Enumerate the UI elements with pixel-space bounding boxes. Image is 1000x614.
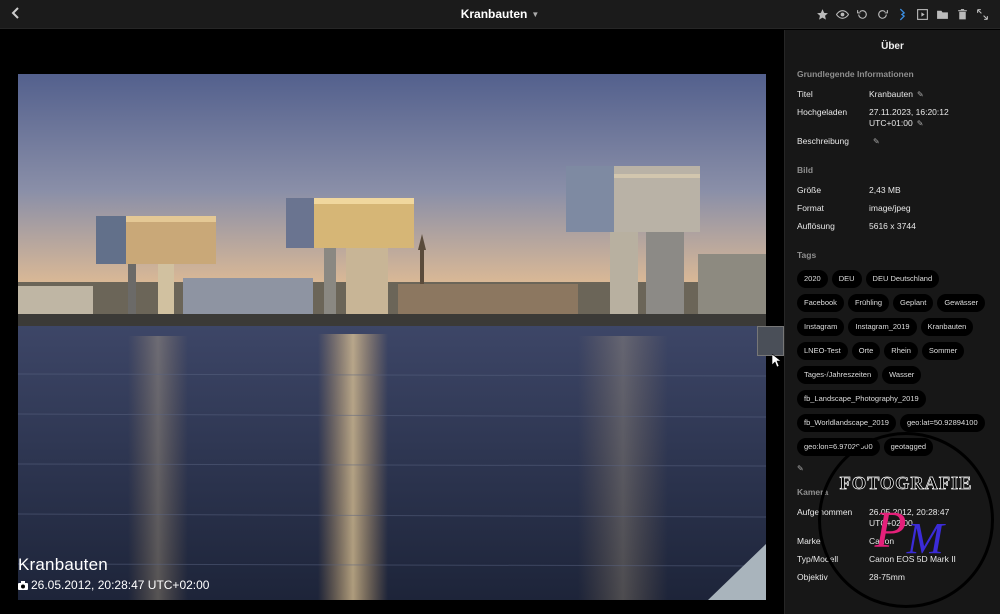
star-button[interactable] — [814, 6, 830, 22]
tag-item[interactable]: Gewässer — [937, 294, 986, 312]
rotate-right-button[interactable] — [874, 6, 890, 22]
toolbar — [814, 6, 990, 22]
title-row: Titel Kranbauten ✎ — [797, 89, 988, 100]
tag-item[interactable]: Sommer — [921, 342, 965, 360]
tag-list: 2020 DEU DEU Deutschland Facebook Frühli… — [797, 270, 988, 456]
size-label: Größe — [797, 185, 822, 195]
make-row: Marke Canon — [797, 536, 988, 547]
photo-date-text: 26.05.2012, 20:28:47 UTC+02:00 — [31, 578, 210, 592]
model-row: Typ/Modell Canon EOS 5D Mark II — [797, 554, 988, 565]
main-photo[interactable] — [18, 74, 766, 600]
tag-item[interactable]: Geplant — [893, 294, 934, 312]
format-value: image/jpeg — [869, 203, 911, 213]
sidebar-title: Über — [881, 41, 904, 52]
photo-caption: Kranbauten 26.05.2012, 20:28:47 UTC+02:0… — [18, 555, 209, 592]
tag-item[interactable]: 2020 — [797, 270, 828, 288]
make-value: Canon — [869, 536, 895, 546]
rotate-right-icon — [877, 9, 888, 19]
uploaded-value-date: 27.11.2023, 16:20:12 — [869, 107, 949, 117]
description-row: Beschreibung ✎ — [797, 136, 988, 147]
description-value[interactable]: ✎ — [869, 136, 988, 147]
taken-value-date: 26.05.2012, 20:28:47 — [869, 507, 950, 517]
tag-item[interactable]: Orte — [851, 342, 881, 360]
resolution-label: Auflösung — [797, 221, 835, 231]
tag-item[interactable]: Frühling — [847, 294, 890, 312]
lens-label: Objektiv — [797, 572, 828, 582]
eye-icon — [835, 9, 849, 19]
tag-item[interactable]: Tages-/Jahreszeiten — [797, 366, 879, 384]
slideshow-icon — [916, 8, 928, 20]
edit-title-icon[interactable]: ✎ — [917, 89, 924, 100]
uploaded-value[interactable]: 27.11.2023, 16:20:12 UTC+01:00 ✎ — [869, 107, 988, 129]
delete-button[interactable] — [954, 6, 970, 22]
chevron-down-icon: ▼ — [531, 9, 540, 19]
tag-item[interactable]: fb_Landscape_Photography_2019 — [797, 390, 926, 408]
lens-row: Objektiv 28-75mm — [797, 572, 988, 583]
top-bar: Kranbauten ▼ — [0, 0, 1000, 29]
title-value-text: Kranbauten — [869, 89, 913, 99]
info-sidebar: Über Grundlegende Informationen Titel Kr… — [784, 30, 1000, 614]
rotate-left-icon — [856, 9, 867, 19]
tag-item[interactable]: Instagram_2019 — [848, 318, 917, 336]
tag-item[interactable]: Instagram — [797, 318, 845, 336]
model-value: Canon EOS 5D Mark II — [869, 554, 956, 564]
folder-icon — [936, 10, 948, 19]
move-to-album-button[interactable] — [934, 6, 950, 22]
taken-value-tz: UTC+02:00 — [869, 518, 913, 528]
rotate-left-button[interactable] — [854, 6, 870, 22]
model-label: Typ/Modell — [797, 554, 839, 564]
fullscreen-icon — [976, 8, 988, 20]
tag-item[interactable]: fb_Worldlandscape_2019 — [797, 414, 896, 432]
next-photo-button[interactable] — [757, 326, 784, 356]
resolution-value: 5616 x 3744 — [869, 221, 916, 231]
share-icon — [899, 8, 905, 20]
album-title-text: Kranbauten — [460, 7, 528, 21]
tag-item[interactable]: geo:lon=6.97029000 — [797, 438, 880, 456]
uploaded-label: Hochgeladen — [797, 107, 848, 117]
photo-title: Kranbauten — [18, 555, 108, 574]
edit-tags-icon[interactable]: ✎ — [797, 464, 988, 473]
format-row: Format image/jpeg — [797, 203, 988, 214]
tag-item[interactable]: LNEO-Test — [797, 342, 848, 360]
camera-icon — [18, 580, 28, 590]
uploaded-value-tz: UTC+01:00 — [869, 118, 913, 128]
resolution-row: Auflösung 5616 x 3744 — [797, 221, 988, 232]
trash-icon — [957, 8, 967, 19]
section-camera-heading: Kamera — [797, 487, 829, 497]
format-label: Format — [797, 203, 824, 213]
edit-description-icon[interactable]: ✎ — [873, 136, 880, 147]
size-row: Größe 2,43 MB — [797, 185, 988, 196]
title-label: Titel — [797, 89, 813, 99]
section-image-heading: Bild — [797, 165, 814, 175]
fullscreen-button[interactable] — [974, 6, 990, 22]
tag-item[interactable]: geotagged — [883, 438, 934, 456]
section-tags-heading: Tags — [797, 250, 817, 260]
photo-date: 26.05.2012, 20:28:47 UTC+02:00 — [18, 578, 209, 592]
share-button[interactable] — [894, 6, 910, 22]
taken-row: Aufgenommen 26.05.2012, 20:28:47 UTC+02:… — [797, 507, 988, 529]
lens-value: 28-75mm — [869, 572, 905, 582]
description-label: Beschreibung — [797, 136, 849, 146]
section-basic-info-heading: Grundlegende Informationen — [797, 69, 914, 79]
tag-item[interactable]: Kranbauten — [920, 318, 974, 336]
slideshow-button[interactable] — [914, 6, 930, 22]
taken-label: Aufgenommen — [797, 507, 853, 517]
mouse-cursor-icon — [772, 354, 782, 368]
photo-image — [18, 74, 766, 600]
edit-upload-date-icon[interactable]: ✎ — [917, 118, 924, 129]
tag-item[interactable]: geo:lat=50.92894100 — [899, 414, 985, 432]
tag-item[interactable]: DEU Deutschland — [865, 270, 940, 288]
title-value[interactable]: Kranbauten ✎ — [869, 89, 988, 100]
uploaded-row: Hochgeladen 27.11.2023, 16:20:12 UTC+01:… — [797, 107, 988, 129]
taken-value: 26.05.2012, 20:28:47 UTC+02:00 — [869, 507, 988, 529]
tag-item[interactable]: Facebook — [797, 294, 844, 312]
tag-item[interactable]: Wasser — [882, 366, 922, 384]
star-icon — [816, 8, 828, 20]
photo-viewer: Kranbauten 26.05.2012, 20:28:47 UTC+02:0… — [0, 30, 784, 614]
tag-item[interactable]: DEU — [831, 270, 862, 288]
tag-item[interactable]: Rhein — [884, 342, 918, 360]
make-label: Marke — [797, 536, 821, 546]
visibility-button[interactable] — [834, 6, 850, 22]
size-value: 2,43 MB — [869, 185, 901, 195]
